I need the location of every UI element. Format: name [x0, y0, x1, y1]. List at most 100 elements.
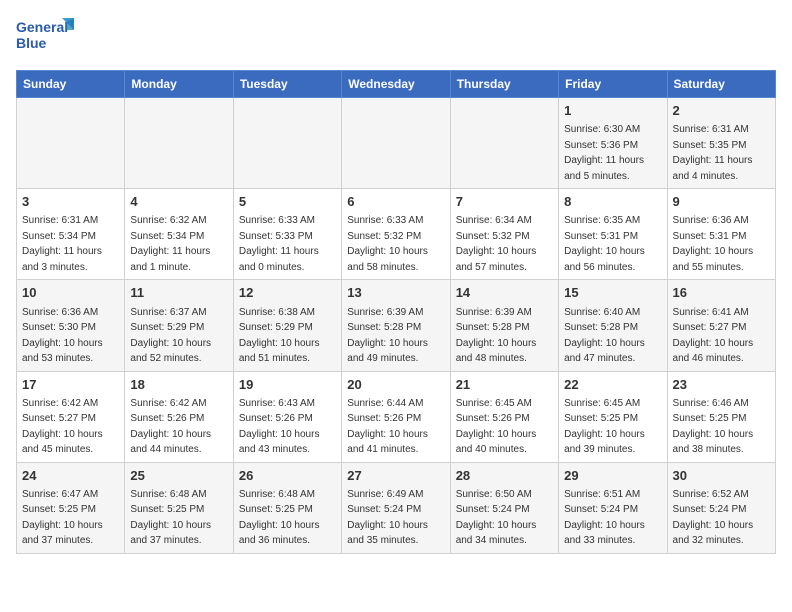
- day-cell: 20 Sunrise: 6:44 AM Sunset: 5:26 PM Dayli…: [342, 371, 450, 462]
- day-detail: Sunrise: 6:32 AM Sunset: 5:34 PM Dayligh…: [130, 215, 210, 273]
- day-number: 18: [130, 376, 227, 394]
- day-cell: [450, 98, 558, 189]
- day-number: 9: [673, 193, 770, 211]
- day-cell: [233, 98, 341, 189]
- day-number: 24: [22, 467, 119, 485]
- day-cell: 19 Sunrise: 6:43 AM Sunset: 5:26 PM Dayli…: [233, 371, 341, 462]
- day-number: 27: [347, 467, 444, 485]
- day-detail: Sunrise: 6:48 AM Sunset: 5:25 PM Dayligh…: [239, 489, 320, 547]
- day-cell: 18 Sunrise: 6:42 AM Sunset: 5:26 PM Dayli…: [125, 371, 233, 462]
- day-number: 11: [130, 284, 227, 302]
- day-number: 16: [673, 284, 770, 302]
- day-cell: 9 Sunrise: 6:36 AM Sunset: 5:31 PM Daylig…: [667, 189, 775, 280]
- weekday-header-friday: Friday: [559, 71, 667, 98]
- day-cell: 29 Sunrise: 6:51 AM Sunset: 5:24 PM Dayli…: [559, 462, 667, 553]
- day-number: 21: [456, 376, 553, 394]
- day-cell: 2 Sunrise: 6:31 AM Sunset: 5:35 PM Daylig…: [667, 98, 775, 189]
- day-cell: 28 Sunrise: 6:50 AM Sunset: 5:24 PM Dayli…: [450, 462, 558, 553]
- weekday-header-sunday: Sunday: [17, 71, 125, 98]
- day-detail: Sunrise: 6:37 AM Sunset: 5:29 PM Dayligh…: [130, 307, 211, 365]
- day-detail: Sunrise: 6:52 AM Sunset: 5:24 PM Dayligh…: [673, 489, 754, 547]
- day-detail: Sunrise: 6:50 AM Sunset: 5:24 PM Dayligh…: [456, 489, 537, 547]
- day-number: 25: [130, 467, 227, 485]
- day-number: 8: [564, 193, 661, 211]
- day-number: 26: [239, 467, 336, 485]
- day-cell: 23 Sunrise: 6:46 AM Sunset: 5:25 PM Dayli…: [667, 371, 775, 462]
- day-cell: 5 Sunrise: 6:33 AM Sunset: 5:33 PM Daylig…: [233, 189, 341, 280]
- day-detail: Sunrise: 6:33 AM Sunset: 5:32 PM Dayligh…: [347, 215, 428, 273]
- day-detail: Sunrise: 6:42 AM Sunset: 5:26 PM Dayligh…: [130, 398, 211, 456]
- day-detail: Sunrise: 6:30 AM Sunset: 5:36 PM Dayligh…: [564, 124, 644, 182]
- day-number: 6: [347, 193, 444, 211]
- day-detail: Sunrise: 6:38 AM Sunset: 5:29 PM Dayligh…: [239, 307, 320, 365]
- logo-svg: General Blue: [16, 16, 76, 58]
- day-detail: Sunrise: 6:40 AM Sunset: 5:28 PM Dayligh…: [564, 307, 645, 365]
- day-cell: 3 Sunrise: 6:31 AM Sunset: 5:34 PM Daylig…: [17, 189, 125, 280]
- day-number: 7: [456, 193, 553, 211]
- day-detail: Sunrise: 6:41 AM Sunset: 5:27 PM Dayligh…: [673, 307, 754, 365]
- weekday-header-wednesday: Wednesday: [342, 71, 450, 98]
- day-cell: 26 Sunrise: 6:48 AM Sunset: 5:25 PM Dayli…: [233, 462, 341, 553]
- day-number: 2: [673, 102, 770, 120]
- day-number: 15: [564, 284, 661, 302]
- day-number: 3: [22, 193, 119, 211]
- day-cell: 13Sunrise: 6:39 AM Sunset: 5:28 PM Dayli…: [342, 280, 450, 371]
- day-detail: Sunrise: 6:31 AM Sunset: 5:35 PM Dayligh…: [673, 124, 753, 182]
- day-cell: 30 Sunrise: 6:52 AM Sunset: 5:24 PM Dayli…: [667, 462, 775, 553]
- day-number: 23: [673, 376, 770, 394]
- day-number: 29: [564, 467, 661, 485]
- weekday-header-thursday: Thursday: [450, 71, 558, 98]
- weekday-header-tuesday: Tuesday: [233, 71, 341, 98]
- week-row-3: 10Sunrise: 6:36 AM Sunset: 5:30 PM Dayli…: [17, 280, 776, 371]
- week-row-4: 17Sunrise: 6:42 AM Sunset: 5:27 PM Dayli…: [17, 371, 776, 462]
- day-cell: [125, 98, 233, 189]
- day-cell: [17, 98, 125, 189]
- day-number: 13: [347, 284, 444, 302]
- day-cell: 15 Sunrise: 6:40 AM Sunset: 5:28 PM Dayli…: [559, 280, 667, 371]
- day-number: 1: [564, 102, 661, 120]
- day-cell: 4 Sunrise: 6:32 AM Sunset: 5:34 PM Daylig…: [125, 189, 233, 280]
- day-detail: Sunrise: 6:42 AM Sunset: 5:27 PM Dayligh…: [22, 398, 103, 456]
- week-row-2: 3 Sunrise: 6:31 AM Sunset: 5:34 PM Daylig…: [17, 189, 776, 280]
- day-detail: Sunrise: 6:45 AM Sunset: 5:26 PM Dayligh…: [456, 398, 537, 456]
- week-row-1: 1 Sunrise: 6:30 AM Sunset: 5:36 PM Daylig…: [17, 98, 776, 189]
- day-detail: Sunrise: 6:44 AM Sunset: 5:26 PM Dayligh…: [347, 398, 428, 456]
- day-detail: Sunrise: 6:49 AM Sunset: 5:24 PM Dayligh…: [347, 489, 428, 547]
- day-detail: Sunrise: 6:47 AM Sunset: 5:25 PM Dayligh…: [22, 489, 103, 547]
- day-detail: Sunrise: 6:51 AM Sunset: 5:24 PM Dayligh…: [564, 489, 645, 547]
- day-cell: [342, 98, 450, 189]
- svg-text:General: General: [16, 19, 68, 35]
- day-cell: 17Sunrise: 6:42 AM Sunset: 5:27 PM Dayli…: [17, 371, 125, 462]
- day-number: 22: [564, 376, 661, 394]
- day-detail: Sunrise: 6:48 AM Sunset: 5:25 PM Dayligh…: [130, 489, 211, 547]
- day-number: 4: [130, 193, 227, 211]
- day-number: 28: [456, 467, 553, 485]
- day-cell: 8 Sunrise: 6:35 AM Sunset: 5:31 PM Daylig…: [559, 189, 667, 280]
- day-detail: Sunrise: 6:35 AM Sunset: 5:31 PM Dayligh…: [564, 215, 645, 273]
- day-number: 10: [22, 284, 119, 302]
- weekday-header-monday: Monday: [125, 71, 233, 98]
- day-detail: Sunrise: 6:43 AM Sunset: 5:26 PM Dayligh…: [239, 398, 320, 456]
- logo: General Blue: [16, 16, 76, 58]
- page-header: General Blue: [16, 16, 776, 58]
- day-number: 19: [239, 376, 336, 394]
- day-cell: 21 Sunrise: 6:45 AM Sunset: 5:26 PM Dayli…: [450, 371, 558, 462]
- day-number: 12: [239, 284, 336, 302]
- day-cell: 27 Sunrise: 6:49 AM Sunset: 5:24 PM Dayli…: [342, 462, 450, 553]
- day-cell: 14Sunrise: 6:39 AM Sunset: 5:28 PM Dayli…: [450, 280, 558, 371]
- calendar-table: SundayMondayTuesdayWednesdayThursdayFrid…: [16, 70, 776, 554]
- day-detail: Sunrise: 6:46 AM Sunset: 5:25 PM Dayligh…: [673, 398, 754, 456]
- day-cell: 25 Sunrise: 6:48 AM Sunset: 5:25 PM Dayli…: [125, 462, 233, 553]
- day-cell: 16 Sunrise: 6:41 AM Sunset: 5:27 PM Dayli…: [667, 280, 775, 371]
- day-cell: 24 Sunrise: 6:47 AM Sunset: 5:25 PM Dayli…: [17, 462, 125, 553]
- day-detail: Sunrise: 6:34 AM Sunset: 5:32 PM Dayligh…: [456, 215, 537, 273]
- week-row-5: 24 Sunrise: 6:47 AM Sunset: 5:25 PM Dayli…: [17, 462, 776, 553]
- day-number: 30: [673, 467, 770, 485]
- day-number: 5: [239, 193, 336, 211]
- svg-text:Blue: Blue: [16, 35, 47, 51]
- day-detail: Sunrise: 6:31 AM Sunset: 5:34 PM Dayligh…: [22, 215, 102, 273]
- day-cell: 22Sunrise: 6:45 AM Sunset: 5:25 PM Dayli…: [559, 371, 667, 462]
- day-detail: Sunrise: 6:36 AM Sunset: 5:31 PM Dayligh…: [673, 215, 754, 273]
- day-detail: Sunrise: 6:33 AM Sunset: 5:33 PM Dayligh…: [239, 215, 319, 273]
- day-number: 20: [347, 376, 444, 394]
